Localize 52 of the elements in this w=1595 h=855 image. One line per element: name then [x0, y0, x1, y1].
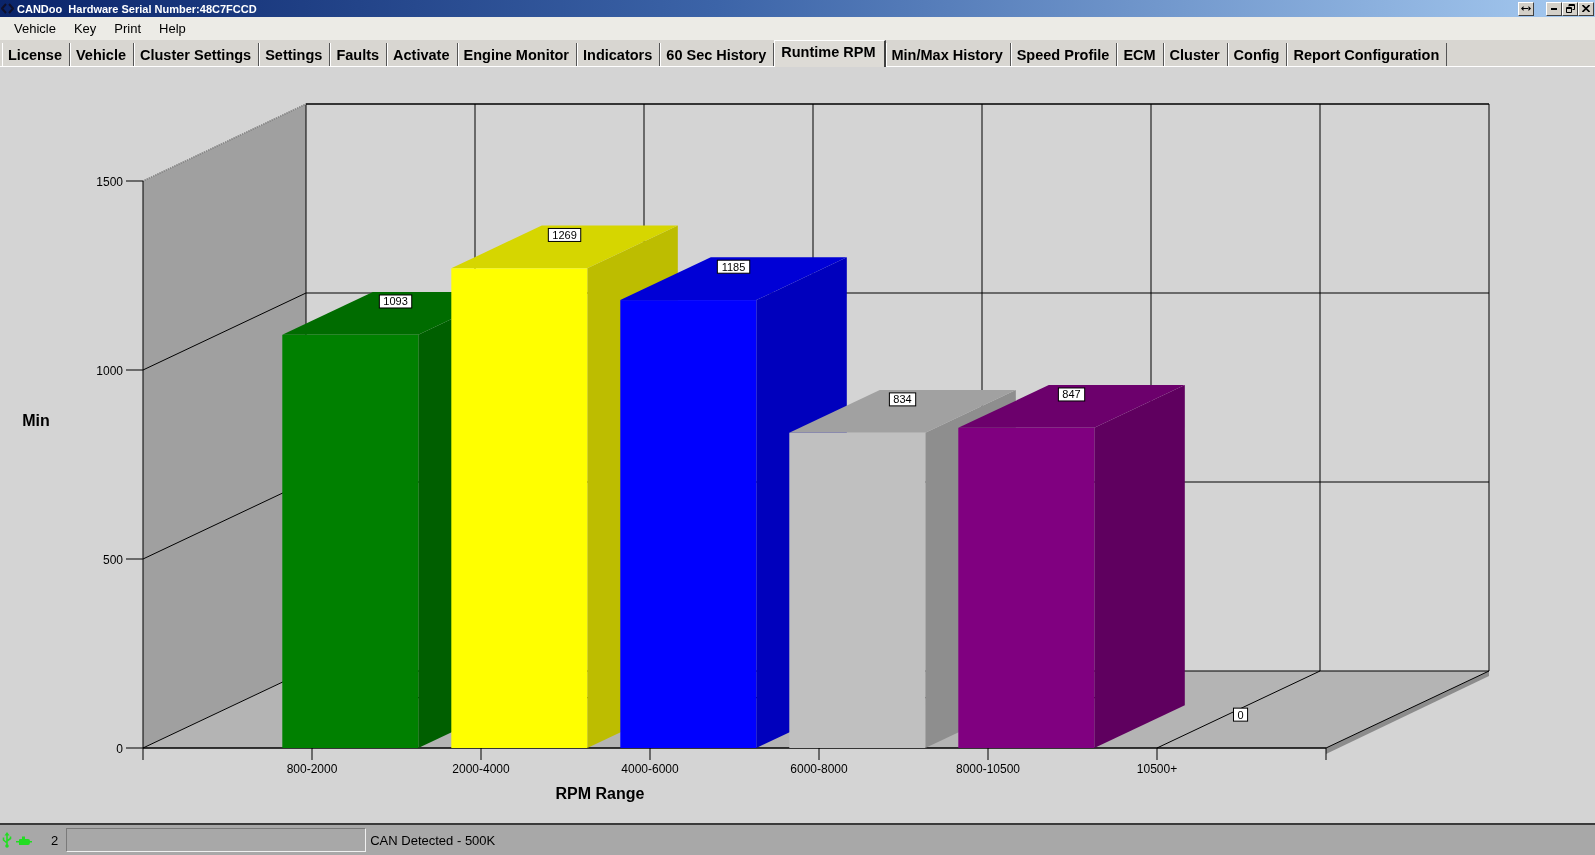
category-label: 4000-6000 — [621, 762, 679, 776]
data-label: 0 — [1233, 707, 1249, 722]
data-label: 1093 — [378, 294, 413, 309]
data-label: 847 — [1057, 387, 1086, 402]
usb-icon — [2, 832, 12, 848]
tab[interactable]: License — [2, 43, 70, 66]
category-label: 800-2000 — [286, 762, 338, 776]
double-arrow-icon — [1521, 6, 1531, 11]
chevrons-icon — [1, 3, 14, 14]
data-label: 834 — [888, 392, 917, 407]
status-message: CAN Detected - 500K — [370, 832, 496, 848]
tab[interactable]: 60 Sec History — [660, 43, 775, 66]
axis-title: RPM Range — [555, 785, 645, 802]
tab[interactable]: Settings — [259, 43, 331, 66]
tab[interactable]: Speed Profile — [1010, 43, 1118, 66]
status-number: 2 — [51, 832, 59, 848]
minimize-button[interactable] — [1546, 1, 1562, 16]
category-label: 2000-4000 — [452, 762, 510, 776]
axis-tick-label: 1000 — [96, 363, 123, 378]
restore-button[interactable] — [1562, 1, 1578, 16]
tab[interactable]: Config — [1227, 43, 1288, 66]
category-label: 6000-8000 — [790, 762, 848, 776]
tab[interactable]: Cluster — [1163, 43, 1228, 66]
tab[interactable]: Min/Max History — [885, 43, 1011, 66]
restore-icon — [1565, 4, 1575, 13]
category-label: 8000-10500 — [955, 762, 1021, 776]
category-label: 10500+ — [1136, 762, 1178, 776]
axis-title: Min — [22, 412, 50, 429]
tab[interactable]: Activate — [387, 43, 458, 66]
tab[interactable]: Faults — [330, 43, 388, 66]
connector-icon — [16, 835, 32, 845]
menu-item[interactable]: Vehicle — [5, 21, 65, 36]
menu-item[interactable]: Print — [105, 21, 151, 36]
data-label: 1269 — [547, 227, 582, 242]
window-title: CANDoo Hardware Serial Number:48C7FCCD — [17, 2, 257, 15]
minimize-icon — [1551, 7, 1557, 10]
tab[interactable]: Cluster Settings — [134, 43, 260, 66]
axis-tick-label: 1500 — [96, 174, 123, 189]
data-label: 1185 — [716, 259, 751, 274]
tab[interactable]: Vehicle — [70, 43, 134, 66]
tab[interactable]: ECM — [1117, 43, 1164, 66]
tab[interactable]: Runtime RPM — [774, 40, 886, 67]
menu-item[interactable]: Help — [150, 21, 195, 36]
axis-tick-label: 0 — [116, 741, 123, 756]
close-icon — [1582, 5, 1590, 12]
tab[interactable]: Engine Monitor — [457, 43, 577, 66]
tab[interactable]: Report Configuration — [1287, 43, 1448, 66]
axis-tick-label: 500 — [102, 552, 123, 567]
double-arrow-button[interactable] — [1518, 1, 1534, 16]
tab[interactable]: Indicators — [577, 43, 661, 66]
menu-item[interactable]: Key — [64, 21, 106, 36]
close-button[interactable] — [1578, 1, 1594, 16]
